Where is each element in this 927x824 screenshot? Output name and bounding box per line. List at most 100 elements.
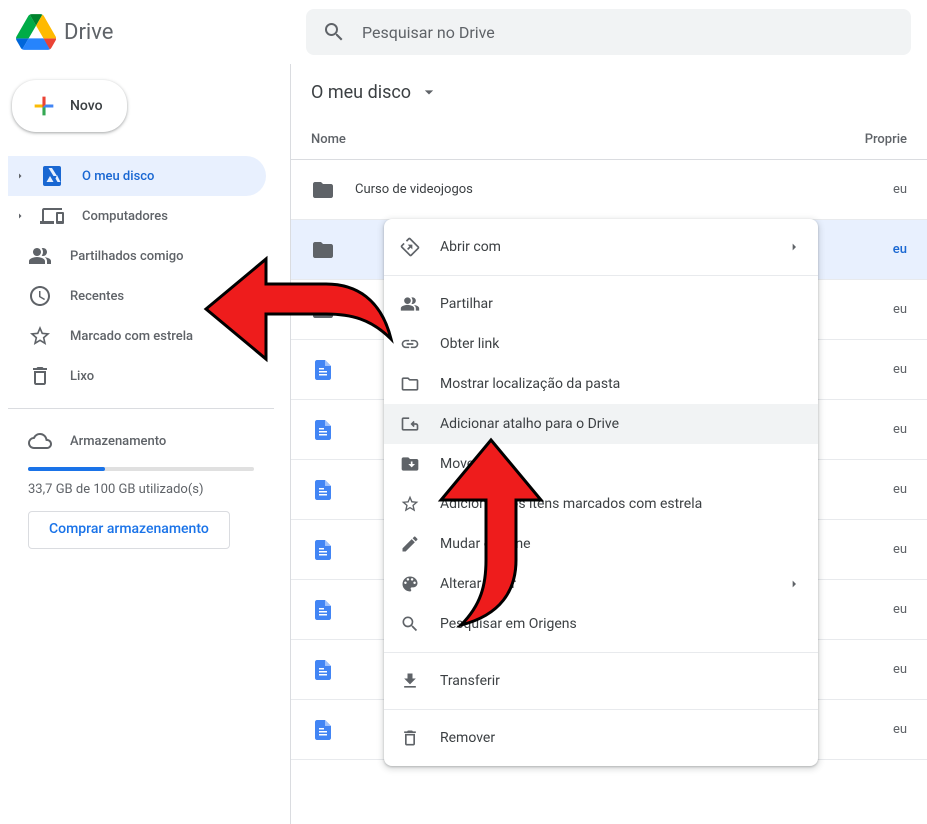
- divider: [8, 408, 274, 409]
- sidebar-label: Lixo: [70, 369, 94, 384]
- menu-item-label: Transferir: [440, 673, 802, 689]
- menu-item-folder-open[interactable]: Mostrar localização da pasta: [384, 364, 818, 404]
- app-title: Drive: [64, 20, 113, 45]
- menu-item-label: Mover para: [440, 456, 802, 472]
- download-icon: [400, 671, 420, 691]
- trash-icon: [28, 364, 52, 388]
- menu-item-search[interactable]: Pesquisar em Origens: [384, 604, 818, 644]
- menu-item-label: Mudar o nome: [440, 536, 802, 552]
- menu-item-star[interactable]: Adicionar aos itens marcados com estrela: [384, 484, 818, 524]
- menu-item-label: Alterar a cor: [440, 576, 766, 592]
- menu-item-open-with[interactable]: Abrir com: [384, 227, 818, 267]
- sidebar-item-my-drive[interactable]: O meu disco: [8, 156, 266, 196]
- app-header: Drive: [0, 0, 927, 64]
- search-bar[interactable]: [306, 9, 911, 55]
- file-owner: eu: [847, 602, 907, 617]
- star-icon: [400, 494, 420, 514]
- drive-icon: [40, 164, 64, 188]
- file-owner: eu: [847, 302, 907, 317]
- dropdown-icon: [419, 82, 439, 102]
- sidebar-item-starred[interactable]: Marcado com estrela: [8, 316, 266, 356]
- link-icon: [400, 334, 420, 354]
- menu-item-label: Partilhar: [440, 296, 802, 312]
- menu-item-drive-shortcut[interactable]: Adicionar atalho para o Drive: [384, 404, 818, 444]
- storage-label: Armazenamento: [70, 434, 166, 449]
- clock-icon: [28, 284, 52, 308]
- open-with-icon: [400, 237, 420, 257]
- search-input[interactable]: [362, 23, 895, 42]
- file-owner: eu: [847, 362, 907, 377]
- table-header: Nome Proprie: [291, 120, 927, 160]
- search-icon: [400, 614, 420, 634]
- plus-icon: [30, 92, 58, 120]
- file-owner: eu: [847, 242, 907, 257]
- sidebar-item-trash[interactable]: Lixo: [8, 356, 266, 396]
- breadcrumb-label: O meu disco: [311, 82, 411, 103]
- file-owner: eu: [847, 482, 907, 497]
- file-owner: eu: [847, 722, 907, 737]
- file-owner: eu: [847, 422, 907, 437]
- chevron-right-icon: [786, 239, 802, 255]
- column-name[interactable]: Nome: [311, 132, 847, 147]
- share-icon: [400, 294, 420, 314]
- drive-shortcut-icon: [400, 414, 420, 434]
- menu-item-label: Obter link: [440, 336, 802, 352]
- file-row[interactable]: Curso de videojogoseu: [291, 160, 927, 220]
- sidebar-item-storage[interactable]: Armazenamento: [28, 429, 254, 453]
- menu-item-rename[interactable]: Mudar o nome: [384, 524, 818, 564]
- sidebar-label: Recentes: [70, 289, 124, 304]
- sidebar: Novo O meu disco Computadores Partilhado…: [0, 64, 290, 824]
- storage-fill: [28, 467, 105, 471]
- trash-icon: [400, 728, 420, 748]
- drive-logo-icon: [16, 14, 56, 50]
- menu-item-trash[interactable]: Remover: [384, 718, 818, 758]
- file-owner: eu: [847, 182, 907, 197]
- buy-storage-button[interactable]: Comprar armazenamento: [28, 511, 230, 549]
- chevron-right-icon: [14, 170, 26, 182]
- menu-divider: [384, 275, 818, 276]
- menu-item-link[interactable]: Obter link: [384, 324, 818, 364]
- sidebar-item-computers[interactable]: Computadores: [8, 196, 266, 236]
- menu-item-label: Adicionar atalho para o Drive: [440, 416, 802, 432]
- star-icon: [28, 324, 52, 348]
- file-owner: eu: [847, 662, 907, 677]
- menu-item-label: Adicionar aos itens marcados com estrela: [440, 496, 802, 512]
- folder-open-icon: [400, 374, 420, 394]
- menu-item-move-to[interactable]: Mover para: [384, 444, 818, 484]
- file-name: Curso de videojogos: [355, 182, 847, 197]
- rename-icon: [400, 534, 420, 554]
- context-menu: Abrir com Partilhar Obter link Mostrar loca…: [384, 219, 818, 766]
- computers-icon: [40, 204, 64, 228]
- file-owner: eu: [847, 542, 907, 557]
- menu-item-label: Abrir com: [440, 239, 766, 255]
- logo-area[interactable]: Drive: [16, 14, 306, 50]
- palette-icon: [400, 574, 420, 594]
- new-button[interactable]: Novo: [12, 80, 127, 132]
- sidebar-label: Partilhados comigo: [70, 249, 184, 264]
- menu-item-share[interactable]: Partilhar: [384, 284, 818, 324]
- menu-item-label: Mostrar localização da pasta: [440, 376, 802, 392]
- menu-item-download[interactable]: Transferir: [384, 661, 818, 701]
- move-to-icon: [400, 454, 420, 474]
- sidebar-label: Computadores: [82, 209, 168, 224]
- cloud-icon: [28, 429, 52, 453]
- sidebar-item-recent[interactable]: Recentes: [8, 276, 266, 316]
- menu-item-palette[interactable]: Alterar a cor: [384, 564, 818, 604]
- menu-item-label: Remover: [440, 730, 802, 746]
- shared-icon: [28, 244, 52, 268]
- breadcrumb[interactable]: O meu disco: [311, 82, 439, 103]
- chevron-right-icon: [786, 576, 802, 592]
- menu-item-label: Pesquisar em Origens: [440, 616, 802, 632]
- content-header: O meu disco: [291, 64, 927, 120]
- new-button-label: Novo: [70, 98, 103, 114]
- sidebar-label: Marcado com estrela: [70, 329, 193, 344]
- storage-used-text: 33,7 GB de 100 GB utilizado(s): [28, 481, 254, 499]
- sidebar-item-shared[interactable]: Partilhados comigo: [8, 236, 266, 276]
- sidebar-label: O meu disco: [82, 169, 154, 184]
- storage-section: Armazenamento 33,7 GB de 100 GB utilizad…: [8, 421, 274, 557]
- search-icon: [322, 20, 346, 44]
- storage-bar: [28, 467, 254, 471]
- menu-divider: [384, 709, 818, 710]
- column-owner[interactable]: Proprie: [847, 132, 907, 147]
- sidebar-nav: O meu disco Computadores Partilhados com…: [8, 156, 274, 396]
